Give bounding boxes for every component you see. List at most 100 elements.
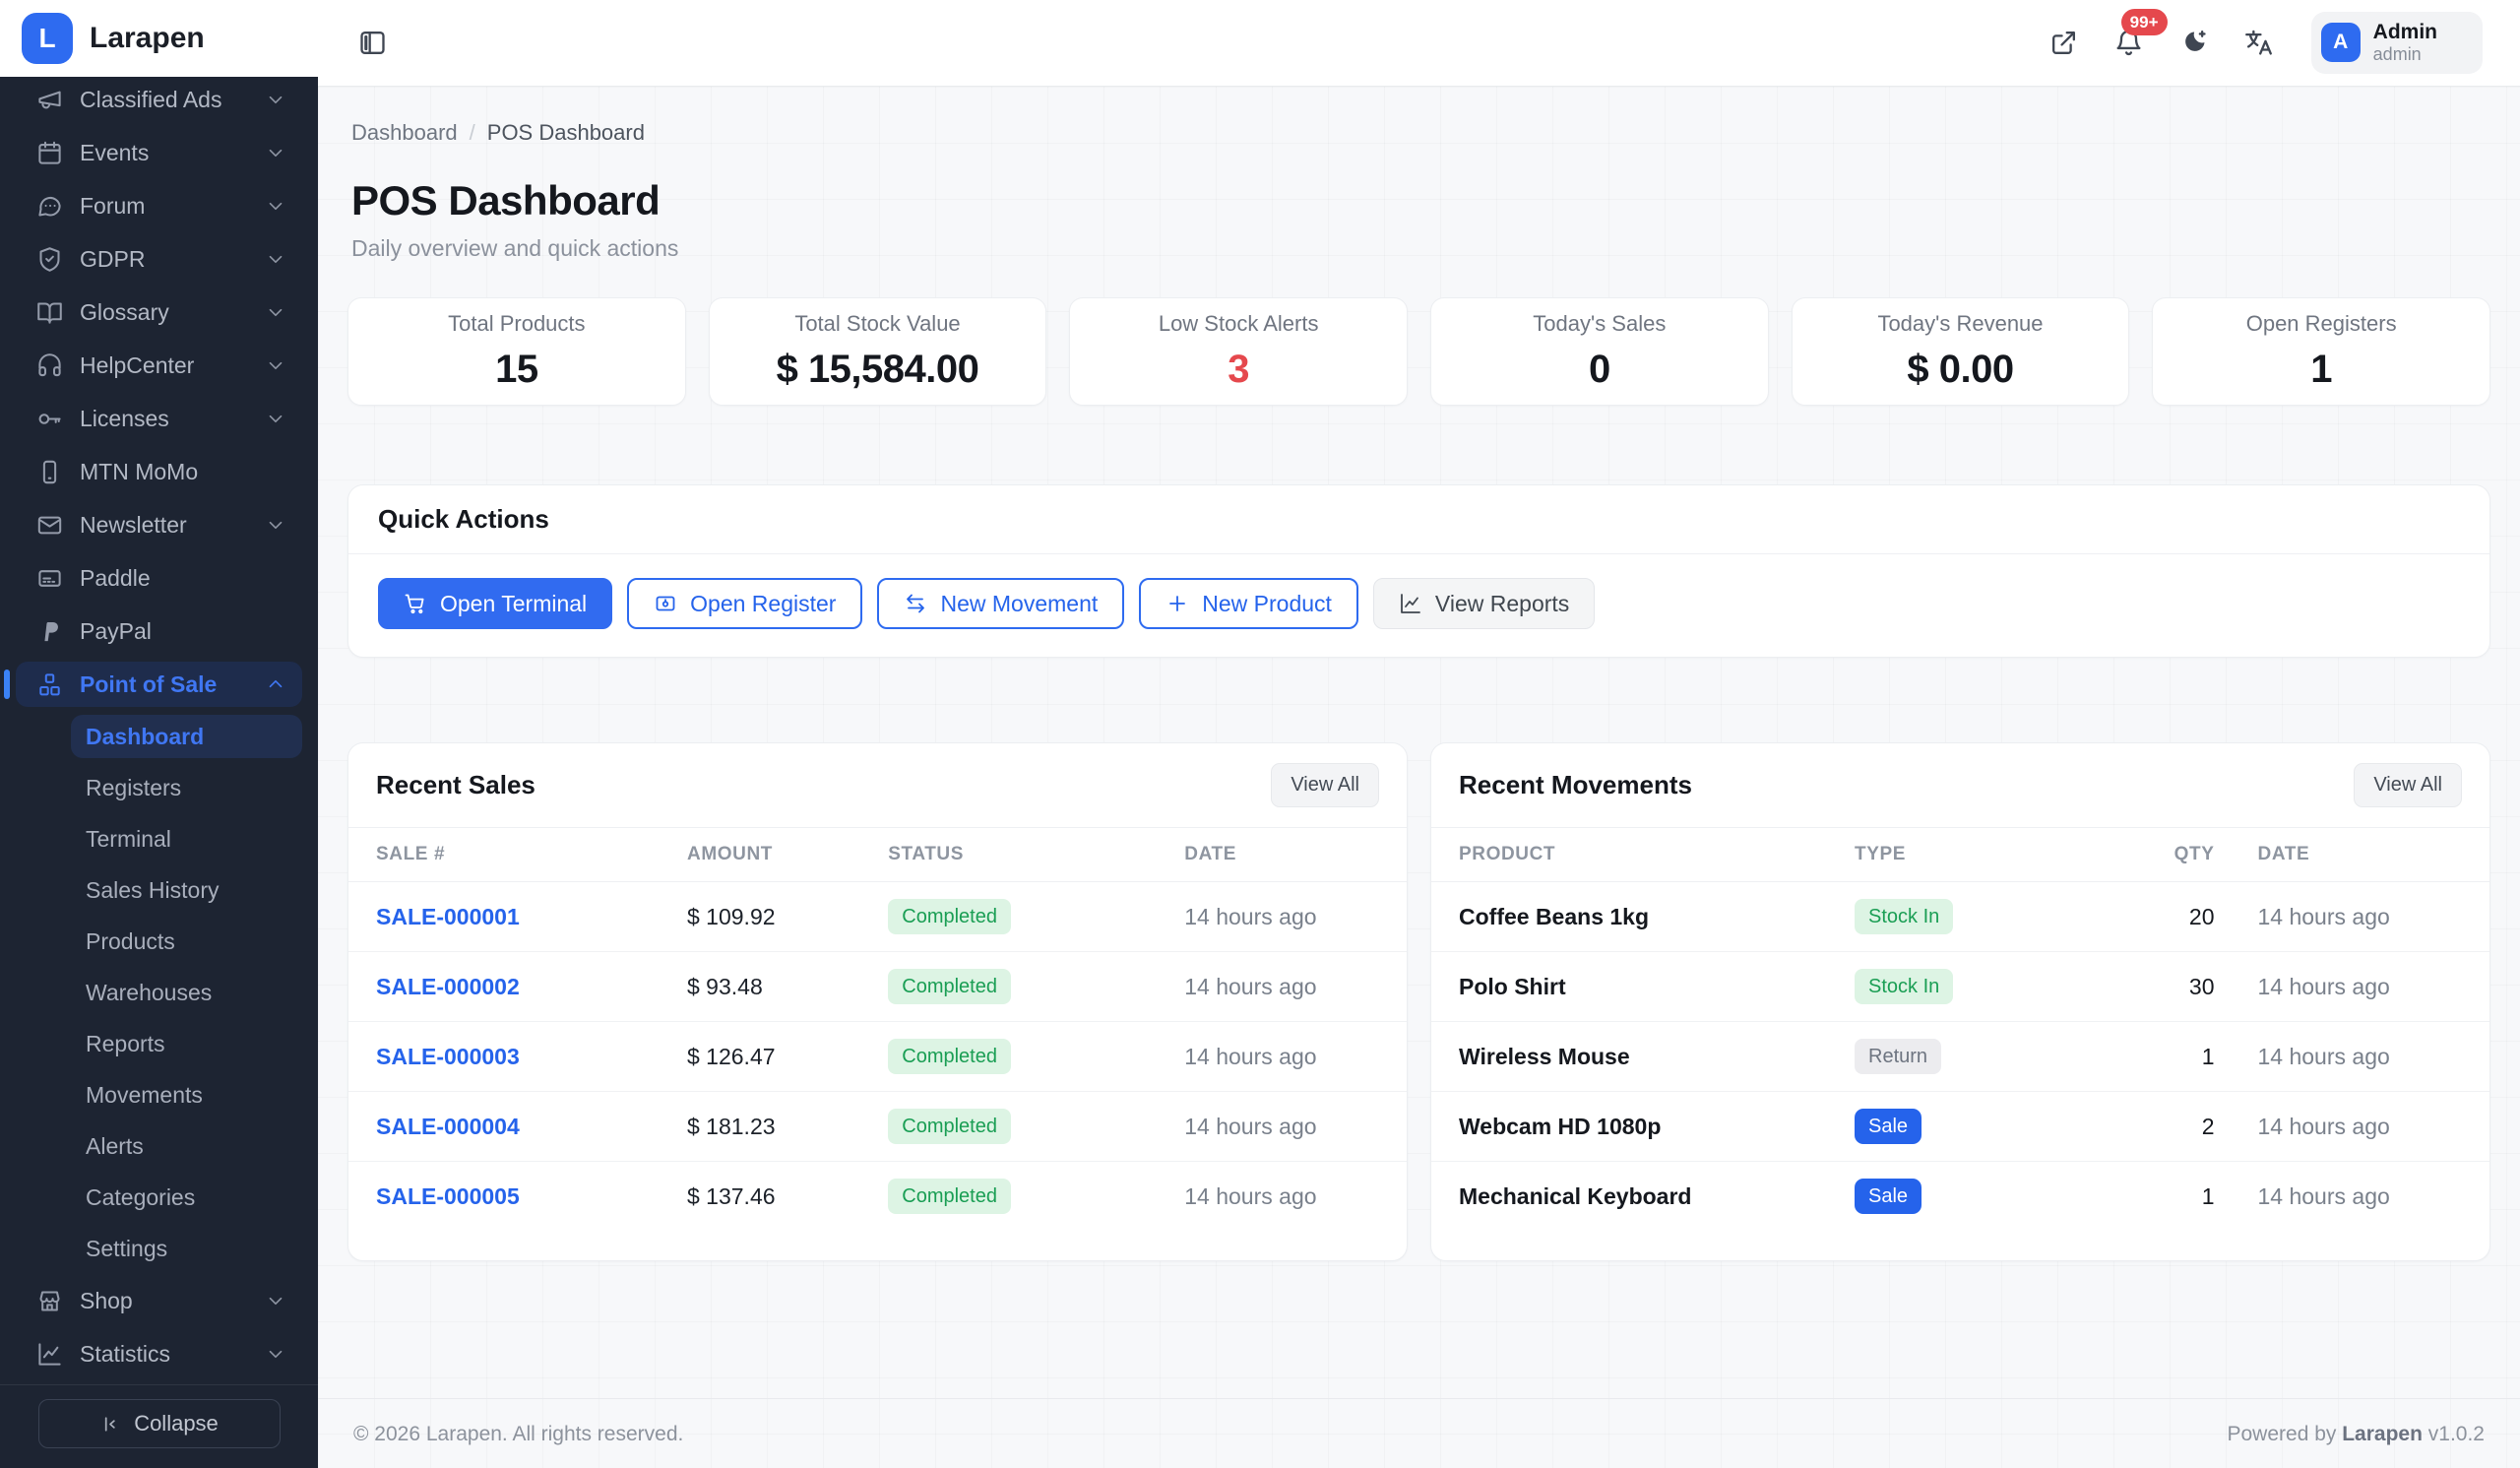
brand[interactable]: L Larapen	[0, 0, 318, 77]
dark-mode-button[interactable]	[2174, 22, 2215, 63]
stat-card-today-s-revenue: Today's Revenue $ 0.00	[1791, 297, 2130, 406]
breadcrumb: Dashboard / POS Dashboard	[347, 120, 2490, 146]
footer: © 2026 Larapen. All rights reserved. Pow…	[318, 1398, 2520, 1468]
movement-product: Coffee Beans 1kg	[1431, 881, 1855, 952]
sidebar-subitem-terminal[interactable]: Terminal	[71, 817, 302, 861]
sidebar-item-events[interactable]: Events	[16, 130, 302, 175]
language-button[interactable]	[2238, 22, 2280, 63]
chevron-down-icon	[265, 354, 286, 376]
chart-line-icon	[36, 1341, 63, 1368]
stat-value: $ 15,584.00	[776, 348, 979, 391]
open-terminal-button[interactable]: Open Terminal	[378, 578, 613, 629]
sidebar-subitem-alerts[interactable]: Alerts	[71, 1124, 302, 1168]
stat-card-today-s-sales: Today's Sales 0	[1429, 297, 1769, 406]
stat-label: Today's Revenue	[1877, 311, 2044, 336]
chevron-down-icon	[265, 1290, 286, 1311]
megaphone-icon	[36, 87, 63, 113]
sidebar-item-helpcenter[interactable]: HelpCenter	[16, 343, 302, 388]
new-movement-button[interactable]: New Movement	[877, 578, 1125, 629]
stat-value: 15	[495, 348, 538, 391]
chevron-down-icon	[2450, 32, 2470, 52]
collapse-button[interactable]: Collapse	[37, 1399, 281, 1448]
movement-product: Mechanical Keyboard	[1459, 1182, 1692, 1209]
chevron-down-icon	[265, 514, 286, 536]
stat-label: Low Stock Alerts	[1158, 311, 1319, 336]
movements-table-row: Polo Shirt Stock In 30 14 hours ago	[1431, 951, 2489, 1022]
chart-icon	[1399, 592, 1422, 615]
chat-icon	[36, 193, 63, 220]
movements-table-row: Mechanical Keyboard Sale 1 14 hours ago	[1431, 1162, 2489, 1232]
recent-movements-header: Recent Movements View All	[1431, 743, 2489, 828]
sidebar-subitem-warehouses[interactable]: Warehouses	[71, 971, 302, 1014]
sales-table-row: SALE-000005 $ 137.46 Completed 14 hours ago	[348, 1162, 1407, 1232]
sidebar-item-paypal[interactable]: PayPal	[16, 608, 302, 654]
stat-card-total-stock-value: Total Stock Value $ 15,584.00	[708, 297, 1047, 406]
new-product-button[interactable]: New Product	[1139, 578, 1358, 629]
footer-brand-link[interactable]: Larapen	[2342, 1423, 2423, 1445]
sidebar-item-newsletter[interactable]: Newsletter	[16, 502, 302, 547]
sidebar-subitem-sales-history[interactable]: Sales History	[71, 868, 302, 912]
sale-date: 14 hours ago	[1184, 1091, 1407, 1162]
open-register-button[interactable]: Open Register	[627, 578, 863, 629]
sidebar-subitem-reports[interactable]: Reports	[71, 1022, 302, 1065]
user-menu[interactable]: A Admin admin	[2310, 12, 2483, 74]
movements-view-all-button[interactable]: View All	[2354, 763, 2462, 807]
notifications-button[interactable]: 99+	[2109, 9, 2168, 63]
sidebar-item-point-of-sale[interactable]: Point of Sale	[4, 662, 302, 707]
movement-product: Polo Shirt	[1431, 951, 1855, 1022]
sale-number-link[interactable]: SALE-000003	[376, 1044, 520, 1069]
brand-logo: L	[22, 13, 73, 64]
swap-icon	[904, 592, 927, 615]
stat-label: Total Stock Value	[794, 311, 961, 336]
sidebar-item-glossary[interactable]: Glossary	[16, 289, 302, 335]
sale-number-link[interactable]: SALE-000002	[376, 974, 520, 999]
phone-icon	[36, 459, 63, 485]
movement-type-badge: Stock In	[1855, 899, 1954, 934]
sidebar-item-mtn-momo[interactable]: MTN MoMo	[16, 449, 302, 494]
mail-icon	[36, 512, 63, 539]
movement-qty: 30	[2118, 951, 2215, 1022]
breadcrumb-dashboard[interactable]: Dashboard	[351, 120, 458, 146]
sales-column-header: AMOUNT	[687, 828, 889, 882]
sale-number-link[interactable]: SALE-000004	[376, 1114, 520, 1139]
movements-header-row: PRODUCT TYPE QTY DATE	[1431, 828, 2489, 882]
sidebar-subitem-registers[interactable]: Registers	[71, 766, 302, 809]
key-icon	[36, 406, 63, 432]
sale-number-link[interactable]: SALE-000001	[376, 904, 520, 929]
movement-qty: 20	[2118, 881, 2215, 952]
user-role: admin	[2372, 44, 2422, 65]
quick-actions-buttons: Open Terminal Open Register New Movement Ne…	[348, 554, 2489, 657]
sidebar-subitem-products[interactable]: Products	[71, 920, 302, 963]
shield-icon	[36, 246, 63, 273]
sales-view-all-button[interactable]: View All	[1271, 763, 1379, 807]
sale-amount: $ 109.92	[687, 881, 889, 952]
sidebar-subitem-settings[interactable]: Settings	[71, 1227, 302, 1270]
movement-product: Webcam HD 1080p	[1431, 1091, 1855, 1162]
sidebar-item-licenses[interactable]: Licenses	[16, 396, 302, 441]
sidebar-subitem-movements[interactable]: Movements	[71, 1073, 302, 1117]
stat-value: 3	[1228, 348, 1250, 391]
open-site-button[interactable]	[2044, 22, 2085, 63]
view-reports-button[interactable]: View Reports	[1372, 578, 1596, 629]
stat-label: Total Products	[448, 311, 586, 336]
sidebar-item-statistics[interactable]: Statistics	[16, 1331, 302, 1376]
sidebar-item-classified-ads[interactable]: Classified Ads	[16, 77, 302, 122]
sale-amount: $ 126.47	[687, 1021, 889, 1092]
headset-icon	[36, 352, 63, 379]
movement-date: 14 hours ago	[2214, 951, 2489, 1022]
chevron-down-icon	[265, 89, 286, 110]
footer-version: v1.0.2	[2427, 1423, 2485, 1445]
sidebar-item-gdpr[interactable]: GDPR	[16, 236, 302, 282]
sidebar-item-forum[interactable]: Forum	[16, 183, 302, 228]
sidebar-item-shop[interactable]: Shop	[16, 1278, 302, 1323]
sale-amount: $ 137.46	[687, 1182, 776, 1209]
sale-number-link[interactable]: SALE-000005	[376, 1183, 520, 1209]
app: L Larapen Classified Ads Events Forum GDPR G…	[0, 0, 2520, 1468]
sidebar-subitem-dashboard[interactable]: Dashboard	[71, 715, 302, 758]
movement-qty: 2	[2118, 1091, 2215, 1162]
sidebar-subitem-categories[interactable]: Categories	[71, 1176, 302, 1219]
sidebar-item-paddle[interactable]: Paddle	[16, 555, 302, 601]
sidebar-toggle-button[interactable]	[351, 23, 393, 64]
sales-table-row: SALE-000002 $ 93.48 Completed 14 hours ago	[348, 951, 1407, 1022]
active-indicator	[4, 670, 10, 699]
